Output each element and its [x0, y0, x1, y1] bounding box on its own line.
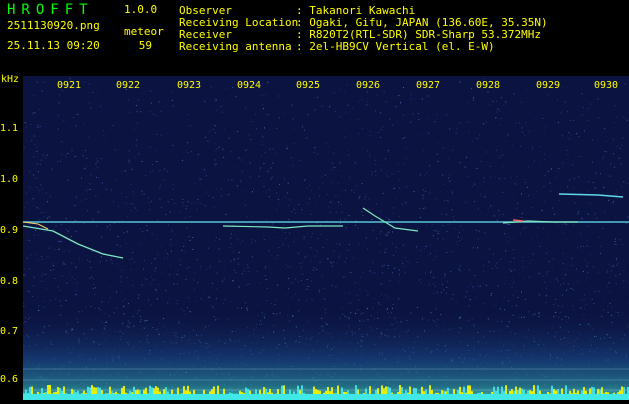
header: HROFFT 1.0.0 2511130920.png meteor 25.11…: [0, 0, 629, 76]
y-tick: 1.0: [0, 175, 22, 185]
meteor-label: meteor: [124, 26, 164, 38]
app-version: 1.0.0: [124, 4, 157, 16]
antenna-label: Receiving antenna: [179, 41, 292, 53]
app-name: HROFFT: [7, 3, 94, 17]
y-tick: 0.9: [0, 226, 22, 236]
spectrogram-image: [23, 76, 629, 400]
y-tick: 0.8: [0, 277, 22, 287]
spectrogram: [23, 76, 629, 400]
meteor-count: 59: [124, 40, 152, 52]
x-tick: 0930: [594, 80, 618, 91]
x-tick: 0926: [356, 80, 380, 91]
y-tick: 0.6: [0, 375, 22, 385]
y-tick: 1.1: [0, 124, 22, 134]
antenna-value: : 2el-HB9CV Vertical (el. E-W): [296, 41, 495, 53]
meteor-trace: [513, 220, 523, 221]
x-tick: 0923: [177, 80, 201, 91]
x-tick: 0928: [476, 80, 500, 91]
y-tick: 0.7: [0, 327, 22, 337]
x-tick: 0922: [116, 80, 140, 91]
x-tick: 0925: [296, 80, 320, 91]
observation-datetime: 25.11.13 09:20: [7, 40, 100, 52]
x-tick: 0921: [57, 80, 81, 91]
y-axis-unit: kHz: [1, 74, 19, 85]
file-name: 2511130920.png: [7, 20, 100, 32]
x-tick: 0927: [416, 80, 440, 91]
x-tick: 0929: [536, 80, 560, 91]
x-tick: 0924: [237, 80, 261, 91]
